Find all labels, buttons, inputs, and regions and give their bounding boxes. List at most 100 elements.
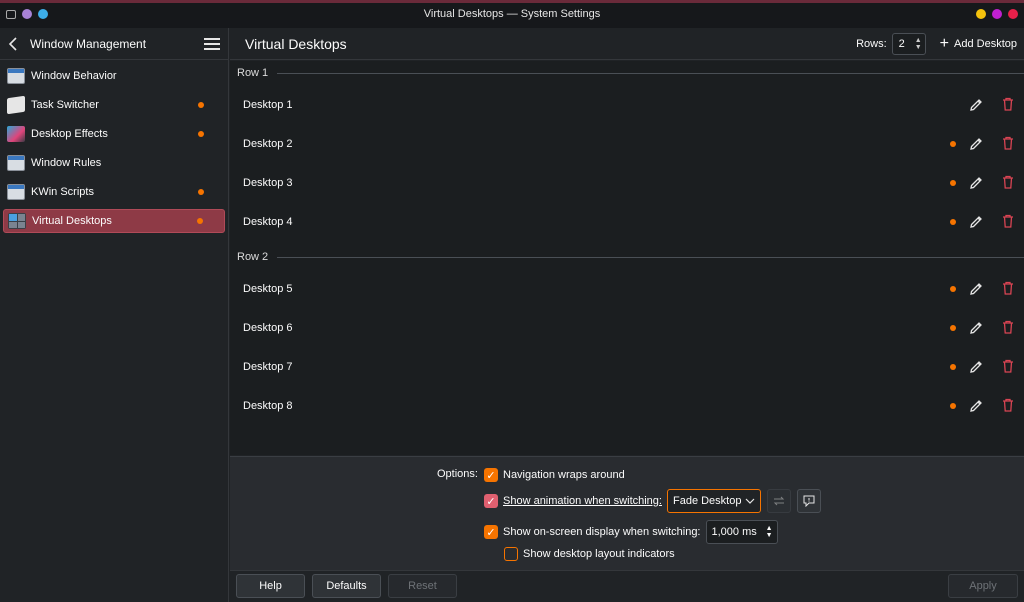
rows-label: Rows: (856, 37, 887, 50)
checkbox-checked-icon[interactable]: ✓ (484, 525, 498, 539)
plus-icon: + (939, 34, 950, 52)
sidebar-item-desktop-effects[interactable]: Desktop Effects (3, 122, 225, 146)
rows-spinbox[interactable]: 2 ▲ ▼ (891, 32, 926, 55)
desktop-item[interactable]: Desktop 3 (230, 163, 1024, 202)
delete-trash-icon[interactable] (1000, 96, 1016, 112)
nav-wraps-option[interactable]: ✓ Navigation wraps around (484, 468, 625, 482)
edit-pencil-icon[interactable] (968, 97, 984, 113)
add-desktop-label: Add Desktop (954, 37, 1017, 50)
desktop-item[interactable]: Desktop 2 (230, 124, 1024, 163)
configure-animation-button[interactable] (766, 489, 791, 513)
desktop-name: Desktop 1 (243, 98, 293, 111)
sidebar-item-kwin-scripts[interactable]: KWin Scripts (3, 180, 225, 204)
page-title: Virtual Desktops (245, 35, 347, 52)
delete-trash-icon[interactable] (1000, 135, 1016, 151)
kwin-scripts-icon (7, 184, 25, 200)
spin-arrows-icon[interactable]: ▲ ▼ (915, 37, 922, 51)
desktop-item[interactable]: Desktop 8 (230, 386, 1024, 425)
modified-indicator-icon (950, 325, 956, 331)
main-panel: Virtual Desktops Rows: 2 ▲ ▼ + Add Deskto… (230, 28, 1024, 602)
task-switcher-icon (7, 95, 25, 115)
sidebar-item-label: KWin Scripts (31, 186, 94, 198)
modified-indicator-icon (198, 102, 204, 108)
desktop-item[interactable]: Desktop 1 (230, 85, 1024, 124)
sidebar-item-window-rules[interactable]: Window Rules (3, 151, 225, 175)
animation-value: Fade Desktop (672, 495, 742, 507)
modified-indicator-icon (950, 180, 956, 186)
sidebar: Window Management Window Behavior Task S… (0, 28, 229, 602)
options-label: Options: (437, 468, 478, 480)
sidebar-category-title: Window Management (30, 36, 147, 51)
desktop-item[interactable]: Desktop 6 (230, 308, 1024, 347)
options-panel: Options: ✓ Navigation wraps around ✓ Sho… (230, 456, 1024, 570)
add-desktop-button[interactable]: + Add Desktop (939, 34, 1017, 52)
sidebar-item-label: Task Switcher (31, 99, 99, 111)
row-label: Row 2 (237, 251, 269, 263)
edit-pencil-icon[interactable] (968, 175, 984, 191)
delete-trash-icon[interactable] (1000, 397, 1016, 413)
row-label: Row 1 (237, 67, 269, 79)
title-bar: Virtual Desktops — System Settings (0, 0, 1024, 28)
desktop-item[interactable]: Desktop 7 (230, 347, 1024, 386)
nav-wraps-label: Navigation wraps around (503, 469, 625, 481)
sidebar-item-window-behavior[interactable]: Window Behavior (3, 64, 225, 88)
spin-arrows-icon[interactable]: ▲ ▼ (766, 525, 773, 539)
minimize-icon[interactable] (976, 9, 986, 19)
reset-button[interactable]: Reset (388, 574, 457, 598)
modified-indicator-icon (950, 219, 956, 225)
checkbox-checked-icon[interactable]: ✓ (484, 468, 498, 482)
edit-pencil-icon[interactable] (968, 359, 984, 375)
desktop-name: Desktop 6 (243, 321, 293, 334)
rows-value: 2 (898, 37, 905, 50)
about-effect-button[interactable] (796, 489, 821, 513)
osd-duration-spinbox[interactable]: 1,000 ms ▲ ▼ (705, 520, 778, 544)
delete-trash-icon[interactable] (1000, 213, 1016, 229)
help-label: Help (259, 580, 282, 592)
edit-pencil-icon[interactable] (968, 281, 984, 297)
delete-trash-icon[interactable] (1000, 280, 1016, 296)
checkbox-checked-icon[interactable]: ✓ (484, 494, 498, 508)
edit-pencil-icon[interactable] (968, 398, 984, 414)
delete-trash-icon[interactable] (1000, 358, 1016, 374)
desktop-item[interactable]: Desktop 4 (230, 202, 1024, 241)
desktop-name: Desktop 2 (243, 137, 293, 150)
maximize-icon[interactable] (992, 9, 1002, 19)
desktop-item[interactable]: Desktop 5 (230, 269, 1024, 308)
sidebar-item-label: Window Rules (31, 157, 102, 169)
show-layout-option[interactable]: Show desktop layout indicators (504, 547, 675, 561)
modified-indicator-icon (198, 131, 204, 137)
edit-pencil-icon[interactable] (968, 214, 984, 230)
back-arrow-icon[interactable] (8, 36, 22, 51)
sidebar-header: Window Management (0, 28, 228, 60)
edit-pencil-icon[interactable] (968, 136, 984, 152)
show-animation-option[interactable]: ✓ Show animation when switching: Fade De… (484, 489, 821, 513)
modified-indicator-icon (197, 218, 203, 224)
sidebar-item-virtual-desktops[interactable]: Virtual Desktops (3, 209, 225, 233)
window-rules-icon (7, 155, 25, 171)
delete-trash-icon[interactable] (1000, 174, 1016, 190)
show-osd-option[interactable]: ✓ Show on-screen display when switching:… (484, 520, 778, 544)
desktop-name: Desktop 3 (243, 176, 293, 189)
help-button[interactable]: Help (236, 574, 305, 598)
checkbox-unchecked-icon[interactable] (504, 547, 518, 561)
virtual-desktops-icon (8, 213, 26, 229)
chevron-down-icon (745, 495, 755, 507)
defaults-button[interactable]: Defaults (312, 574, 381, 598)
sidebar-item-label: Window Behavior (31, 70, 117, 82)
apply-button[interactable]: Apply (948, 574, 1018, 598)
hamburger-menu-icon[interactable] (204, 37, 220, 50)
show-animation-label: Show animation when switching: (503, 495, 662, 507)
edit-pencil-icon[interactable] (968, 320, 984, 336)
row-header: Row 1 (230, 61, 1024, 85)
animation-combobox[interactable]: Fade Desktop (666, 489, 761, 513)
desktop-name: Desktop 5 (243, 282, 293, 295)
desktop-name: Desktop 7 (243, 360, 293, 373)
sidebar-item-label: Virtual Desktops (32, 215, 112, 227)
delete-trash-icon[interactable] (1000, 319, 1016, 335)
modified-indicator-icon (950, 286, 956, 292)
reset-label: Reset (408, 580, 437, 592)
show-osd-label: Show on-screen display when switching: (503, 526, 701, 538)
sidebar-item-task-switcher[interactable]: Task Switcher (3, 93, 225, 117)
close-icon[interactable] (1008, 9, 1018, 19)
modified-indicator-icon (950, 364, 956, 370)
